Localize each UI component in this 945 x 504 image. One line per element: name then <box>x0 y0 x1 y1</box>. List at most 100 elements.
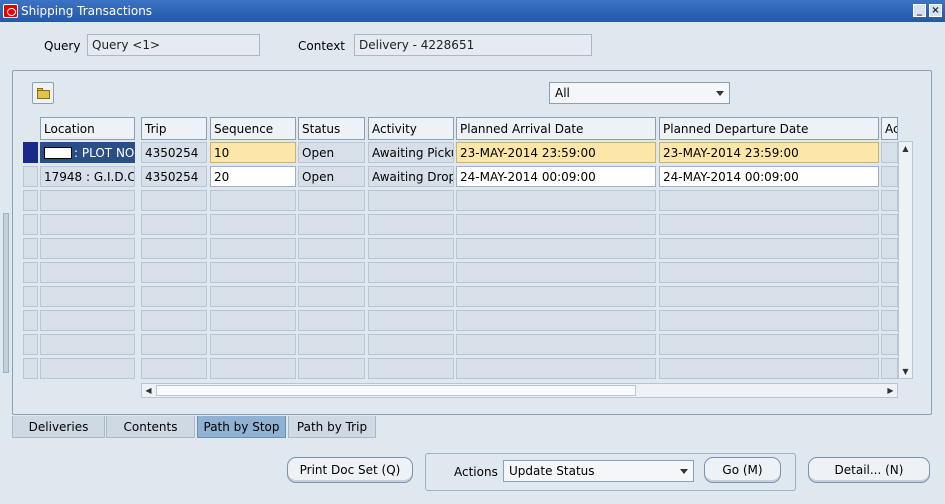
empty-cell[interactable] <box>298 334 365 355</box>
empty-cell[interactable] <box>40 310 135 331</box>
scroll-left-icon[interactable]: ◀ <box>142 384 155 397</box>
empty-cell[interactable] <box>298 214 365 235</box>
empty-cell[interactable] <box>881 238 898 259</box>
cell-sequence[interactable]: 20 <box>210 166 296 187</box>
empty-cell[interactable] <box>881 214 898 235</box>
row-indicator[interactable] <box>23 262 38 283</box>
minimize-icon[interactable]: _ <box>913 4 926 17</box>
empty-cell[interactable] <box>456 334 656 355</box>
empty-cell[interactable] <box>368 214 454 235</box>
empty-cell[interactable] <box>659 190 879 211</box>
empty-cell[interactable] <box>368 310 454 331</box>
empty-cell[interactable] <box>141 238 207 259</box>
empty-cell[interactable] <box>881 310 898 331</box>
row-indicator[interactable] <box>23 334 38 355</box>
cell-planned-arrival[interactable]: 24-MAY-2014 00:09:00 <box>456 166 656 187</box>
empty-cell[interactable] <box>881 358 898 379</box>
folder-filter-select[interactable]: All <box>549 82 730 104</box>
scroll-right-icon[interactable]: ▶ <box>884 384 897 397</box>
cell-planned-departure[interactable]: 23-MAY-2014 23:59:00 <box>659 142 879 163</box>
empty-cell[interactable] <box>210 358 296 379</box>
horizontal-scrollbar[interactable]: ◀ ▶ <box>141 383 898 398</box>
row-indicator[interactable] <box>23 286 38 307</box>
empty-cell[interactable] <box>368 358 454 379</box>
empty-cell[interactable] <box>141 334 207 355</box>
empty-cell[interactable] <box>141 286 207 307</box>
cell-trip[interactable]: 4350254 <box>141 166 207 187</box>
empty-cell[interactable] <box>659 238 879 259</box>
empty-cell[interactable] <box>210 238 296 259</box>
cell-location[interactable]: 17948 : G.I.D.C <box>40 166 135 187</box>
empty-cell[interactable] <box>40 238 135 259</box>
print-doc-set-button[interactable]: Print Doc Set (Q) <box>287 457 413 483</box>
empty-cell[interactable] <box>210 286 296 307</box>
empty-cell[interactable] <box>368 238 454 259</box>
column-header-trip[interactable]: Trip <box>141 117 207 140</box>
go-button[interactable]: Go (M) <box>704 457 781 483</box>
row-indicator[interactable] <box>23 166 38 187</box>
row-indicator[interactable] <box>23 214 38 235</box>
empty-cell[interactable] <box>456 262 656 283</box>
column-header-location[interactable]: Location <box>40 117 135 140</box>
empty-cell[interactable] <box>298 262 365 283</box>
empty-cell[interactable] <box>456 310 656 331</box>
empty-cell[interactable] <box>141 262 207 283</box>
column-header-ac[interactable]: Ac <box>881 117 898 140</box>
empty-cell[interactable] <box>881 262 898 283</box>
cell-trip[interactable]: 4350254 <box>141 142 207 163</box>
tab-path-by-trip[interactable]: Path by Trip <box>288 416 376 438</box>
cell-activity[interactable]: Awaiting Drop <box>368 166 454 187</box>
empty-cell[interactable] <box>40 214 135 235</box>
column-header-planned-departure[interactable]: Planned Departure Date <box>659 117 879 140</box>
row-indicator[interactable] <box>23 190 38 211</box>
empty-cell[interactable] <box>298 190 365 211</box>
cell-status[interactable]: Open <box>298 142 365 163</box>
row-indicator[interactable] <box>23 310 38 331</box>
empty-cell[interactable] <box>298 310 365 331</box>
empty-cell[interactable] <box>456 238 656 259</box>
empty-cell[interactable] <box>40 286 135 307</box>
empty-cell[interactable] <box>659 310 879 331</box>
cell-status[interactable]: Open <box>298 166 365 187</box>
vertical-scrollbar[interactable]: ▲ ▼ <box>898 141 913 379</box>
empty-cell[interactable] <box>659 286 879 307</box>
empty-cell[interactable] <box>210 190 296 211</box>
folder-icon[interactable] <box>32 82 54 104</box>
tab-path-by-stop[interactable]: Path by Stop <box>197 416 286 438</box>
empty-cell[interactable] <box>456 358 656 379</box>
empty-cell[interactable] <box>40 190 135 211</box>
empty-cell[interactable] <box>141 358 207 379</box>
column-header-sequence[interactable]: Sequence <box>210 117 296 140</box>
empty-cell[interactable] <box>659 334 879 355</box>
empty-cell[interactable] <box>881 286 898 307</box>
empty-cell[interactable] <box>40 358 135 379</box>
cell-activity[interactable]: Awaiting Picku <box>368 142 454 163</box>
empty-cell[interactable] <box>40 334 135 355</box>
row-indicator[interactable] <box>23 238 38 259</box>
empty-cell[interactable] <box>141 190 207 211</box>
cell-ac[interactable] <box>881 166 898 187</box>
left-scrollbar[interactable] <box>3 213 9 373</box>
empty-cell[interactable] <box>881 334 898 355</box>
empty-cell[interactable] <box>298 358 365 379</box>
close-icon[interactable]: × <box>929 4 942 17</box>
tab-deliveries[interactable]: Deliveries <box>12 416 105 438</box>
empty-cell[interactable] <box>881 190 898 211</box>
empty-cell[interactable] <box>141 310 207 331</box>
empty-cell[interactable] <box>40 262 135 283</box>
empty-cell[interactable] <box>210 310 296 331</box>
empty-cell[interactable] <box>368 262 454 283</box>
empty-cell[interactable] <box>141 214 207 235</box>
scroll-down-icon[interactable]: ▼ <box>899 365 912 378</box>
column-header-planned-arrival[interactable]: Planned Arrival Date <box>456 117 656 140</box>
row-indicator-current[interactable] <box>23 142 38 163</box>
empty-cell[interactable] <box>456 214 656 235</box>
cell-ac[interactable] <box>881 142 898 163</box>
empty-cell[interactable] <box>368 286 454 307</box>
query-field[interactable]: Query <1> <box>87 34 260 56</box>
cell-planned-arrival[interactable]: 23-MAY-2014 23:59:00 <box>456 142 656 163</box>
scroll-up-icon[interactable]: ▲ <box>899 142 912 155</box>
column-header-status[interactable]: Status <box>298 117 365 140</box>
detail-button[interactable]: Detail... (N) <box>808 457 930 483</box>
cell-planned-departure[interactable]: 24-MAY-2014 00:09:00 <box>659 166 879 187</box>
